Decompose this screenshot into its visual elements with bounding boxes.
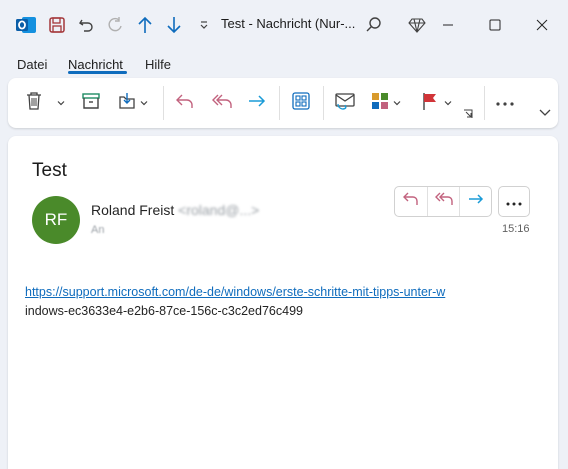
outlook-logo-icon [14,12,38,38]
apps-button[interactable] [290,90,312,116]
message-subject: Test [32,160,67,181]
search-icon[interactable] [362,12,386,38]
chevron-down-icon [140,94,148,112]
categorize-button[interactable] [369,90,391,116]
flag-button[interactable] [420,90,440,116]
reply-actions [394,186,492,217]
window-title: Test - Nachricht (Nur-... [221,16,356,31]
save-icon[interactable] [45,12,69,38]
categorize-dropdown[interactable] [392,90,402,116]
delete-button[interactable] [24,90,44,116]
minimize-button[interactable] [433,10,463,40]
sender-line[interactable]: Roland Freist <roland@...> [91,202,259,218]
archive-button[interactable] [80,90,102,116]
ribbon-divider [163,86,164,120]
forward-icon [247,92,267,115]
message-time: 15:16 [502,223,530,235]
menu-bar: Datei Nachricht Hilfe [0,52,568,78]
ribbon-divider [323,86,324,120]
inline-reply-button[interactable] [395,187,427,216]
avatar-initials: RF [44,210,68,229]
close-button[interactable] [527,10,557,40]
inline-reply-all-button[interactable] [427,187,459,216]
move-icon [117,91,137,116]
archive-icon [81,92,101,115]
delete-icon [25,91,43,116]
message-more-button[interactable] [498,186,530,217]
more-options-button[interactable] [494,90,516,116]
body-link[interactable]: https://support.microsoft.com/de-de/wind… [25,285,445,299]
expand-ribbon-button[interactable] [538,106,552,120]
ribbon-divider [484,86,485,120]
reply-icon [175,92,195,115]
reply-icon [402,191,420,212]
premium-diamond-icon[interactable] [405,12,429,38]
chevron-down-icon [444,94,452,112]
customize-toolbar-icon[interactable] [192,12,216,38]
more-icon [506,193,522,211]
avatar[interactable]: RF [32,196,80,244]
read-unread-button[interactable] [333,90,357,116]
categorize-icon [370,91,390,116]
move-button[interactable] [116,90,138,116]
reply-all-button[interactable] [210,90,234,116]
inline-forward-button[interactable] [459,187,491,216]
move-dropdown[interactable] [139,90,149,116]
chevron-down-icon [393,94,401,112]
title-bar: Test - Nachricht (Nur-... [0,0,568,50]
ribbon-toolbar [8,78,558,128]
delete-dropdown[interactable] [56,90,66,116]
body-text: indows-ec3633e4-e2b6-87ce-156c-c3c2ed76c… [25,304,303,318]
message-pane: Test RF Roland Freist <roland@...> An 15… [8,136,558,469]
active-tab-indicator [68,71,127,74]
chevron-down-icon [57,94,65,112]
reply-button[interactable] [174,90,196,116]
recipient-label: An [91,224,105,236]
flag-dropdown[interactable] [443,90,453,116]
menu-datei[interactable]: Datei [17,57,47,72]
previous-item-icon[interactable] [133,12,157,38]
maximize-button[interactable] [480,10,510,40]
ribbon-divider [279,86,280,120]
reply-all-icon [434,191,454,212]
read-unread-icon [334,91,356,116]
apps-icon [291,91,311,116]
undo-icon[interactable] [74,12,98,38]
menu-nachricht[interactable]: Nachricht [68,57,123,72]
more-icon [495,94,515,112]
sender-name[interactable]: Roland Freist [91,202,174,218]
sender-email: <roland@...> [178,202,260,218]
next-item-icon[interactable] [162,12,186,38]
dialog-launcher-icon[interactable] [462,108,474,120]
menu-hilfe[interactable]: Hilfe [145,57,171,72]
forward-button[interactable] [246,90,268,116]
reply-all-icon [211,92,233,115]
chevron-down-icon [539,104,551,122]
flag-icon [421,91,439,116]
redo-icon[interactable] [103,12,127,38]
forward-icon [467,191,485,212]
